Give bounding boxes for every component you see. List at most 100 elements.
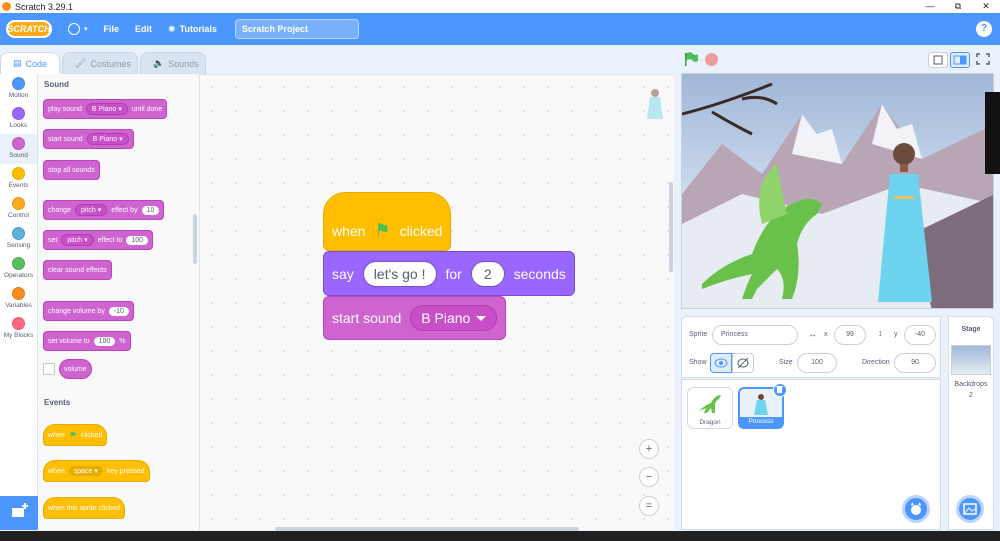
zoom-reset-button[interactable]: = <box>639 496 659 516</box>
palette-scrollbar[interactable] <box>193 214 197 264</box>
say-seconds-input[interactable]: 2 <box>470 260 505 287</box>
x-input[interactable]: 99 <box>834 325 866 345</box>
block-set-effect[interactable]: set pitch ▾ effect to 100 <box>43 230 154 250</box>
script-start-sound[interactable]: start sound B Piano <box>323 296 507 340</box>
choose-sprite-button[interactable] <box>902 495 930 523</box>
language-menu[interactable]: ▾ <box>68 23 88 35</box>
category-control[interactable]: Control <box>0 194 37 224</box>
close-button[interactable]: ✕ <box>972 0 1000 13</box>
sprite-thumbnail-icon <box>647 89 663 119</box>
y-input[interactable]: -40 <box>904 325 936 345</box>
tab-code[interactable]: ▤ Code <box>0 52 61 74</box>
backdrops-label: Backdrops <box>954 381 988 388</box>
size-input[interactable]: 100 <box>797 353 837 373</box>
script-say-for-seconds[interactable]: say let's go ! for 2 seconds <box>323 251 575 296</box>
recording-toolbar[interactable] <box>985 92 1000 174</box>
volume-monitor-checkbox[interactable] <box>43 363 55 375</box>
brush-icon: 🖌 <box>75 58 87 68</box>
green-flag-button[interactable] <box>683 52 699 66</box>
eye-slash-icon <box>737 357 749 369</box>
maximize-button[interactable]: ⧉ <box>944 0 972 13</box>
backdrops-count: 2 <box>969 392 973 399</box>
tab-costumes[interactable]: 🖌 Costumes <box>62 52 139 74</box>
os-taskbar <box>0 531 1000 541</box>
sound-dropdown[interactable]: B Piano ▾ <box>85 103 128 115</box>
edit-menu[interactable]: Edit <box>135 24 152 34</box>
category-looks[interactable]: Looks <box>0 104 37 134</box>
category-sidebar: Motion Looks Sound Events Control Sensin… <box>0 74 38 530</box>
show-hidden-button[interactable] <box>732 353 754 373</box>
tab-sounds[interactable]: 🔈 Sounds <box>140 52 207 74</box>
category-sound[interactable]: Sound <box>0 134 37 164</box>
block-start-sound[interactable]: start sound B Piano ▾ <box>43 129 134 149</box>
choose-backdrop-button[interactable] <box>956 495 984 523</box>
extension-icon <box>12 503 28 517</box>
say-message-input[interactable]: let's go ! <box>362 260 437 287</box>
effect-value-input[interactable]: 10 <box>141 205 160 215</box>
category-my-blocks[interactable]: My Blocks <box>0 314 37 344</box>
stop-button[interactable] <box>705 53 718 66</box>
block-set-volume[interactable]: set volume to 100 % <box>43 331 131 351</box>
stage-canvas[interactable] <box>681 73 994 309</box>
direction-input[interactable]: 90 <box>894 353 936 373</box>
add-extension-button[interactable] <box>0 496 38 530</box>
scratch-logo[interactable]: SCRATCH <box>6 20 52 38</box>
sprite-tile-label: Princess <box>740 417 782 427</box>
volume-value-input[interactable]: 100 <box>93 336 116 346</box>
sprite-name-input[interactable]: Princess <box>712 325 798 345</box>
sprite-tile-dragon[interactable]: Dragon <box>687 387 733 429</box>
sound-dropdown[interactable]: B Piano <box>410 305 498 331</box>
globe-icon <box>68 23 80 35</box>
show-visible-button[interactable] <box>710 353 732 373</box>
minimize-button[interactable]: — <box>916 0 944 13</box>
block-play-sound-until-done[interactable]: play sound B Piano ▾ until done <box>43 99 168 119</box>
speaker-icon: 🔈 <box>153 58 165 68</box>
category-sensing[interactable]: Sensing <box>0 224 37 254</box>
x-arrows-icon: ↔ <box>808 329 817 339</box>
sprite-tile-label: Dragon <box>699 419 721 426</box>
volume-change-input[interactable]: -10 <box>108 306 129 316</box>
key-dropdown[interactable]: space ▾ <box>68 466 103 476</box>
y-label: y <box>894 331 898 338</box>
workspace-vertical-scrollbar[interactable] <box>669 182 673 272</box>
tutorials-label: Tutorials <box>179 24 217 34</box>
block-when-sprite-clicked[interactable]: when this sprite clicked <box>43 497 125 519</box>
zoom-in-button[interactable]: + <box>639 439 659 459</box>
block-stop-all-sounds[interactable]: stop all sounds <box>43 160 100 180</box>
tab-costumes-label: Costumes <box>90 58 131 69</box>
variables-dot-icon <box>12 287 25 300</box>
menu-bar: SCRATCH ▾ File Edit ✺ Tutorials Scratch … <box>0 13 1000 45</box>
events-dot-icon <box>12 167 25 180</box>
fullscreen-button[interactable] <box>974 52 994 68</box>
file-menu[interactable]: File <box>104 24 120 34</box>
block-clear-sound-effects[interactable]: clear sound effects <box>43 260 112 280</box>
small-stage-button[interactable] <box>928 52 948 68</box>
tutorials-menu[interactable]: ✺ Tutorials <box>168 24 217 35</box>
sound-dropdown[interactable]: B Piano ▾ <box>86 133 129 145</box>
block-volume-reporter[interactable]: volume <box>59 359 92 379</box>
block-when-flag-clicked[interactable]: when ⚑ clicked <box>43 424 108 446</box>
normal-stage-button[interactable] <box>950 52 970 68</box>
block-change-effect[interactable]: change pitch ▾ effect by 10 <box>43 200 165 220</box>
cat-add-icon <box>911 502 921 515</box>
green-flag-icon: ⚑ <box>68 429 77 440</box>
category-events[interactable]: Events <box>0 164 37 194</box>
x-label: x <box>824 331 828 338</box>
effect-dropdown[interactable]: pitch ▾ <box>61 234 94 246</box>
zoom-out-button[interactable]: − <box>639 467 659 487</box>
script-when-flag-clicked[interactable]: when ⚑ clicked <box>323 192 452 251</box>
block-palette: Sound play sound B Piano ▾ until done st… <box>38 74 200 530</box>
help-icon[interactable]: ? <box>976 21 992 37</box>
block-when-key-pressed[interactable]: when space ▾ key pressed <box>43 460 150 482</box>
editor-tabs: ▤ Code 🖌 Costumes 🔈 Sounds <box>0 52 208 74</box>
chevron-down-icon: ▾ <box>84 26 88 33</box>
project-title-input[interactable]: Scratch Project <box>234 19 359 39</box>
palette-section-sound: Sound <box>44 80 69 89</box>
effect-value-input[interactable]: 100 <box>126 235 149 245</box>
category-motion[interactable]: Motion <box>0 74 37 104</box>
effect-dropdown[interactable]: pitch ▾ <box>74 204 108 216</box>
delete-sprite-button[interactable] <box>773 383 787 397</box>
category-variables[interactable]: Variables <box>0 284 37 314</box>
category-operators[interactable]: Operators <box>0 254 37 284</box>
block-change-volume[interactable]: change volume by -10 <box>43 301 134 321</box>
